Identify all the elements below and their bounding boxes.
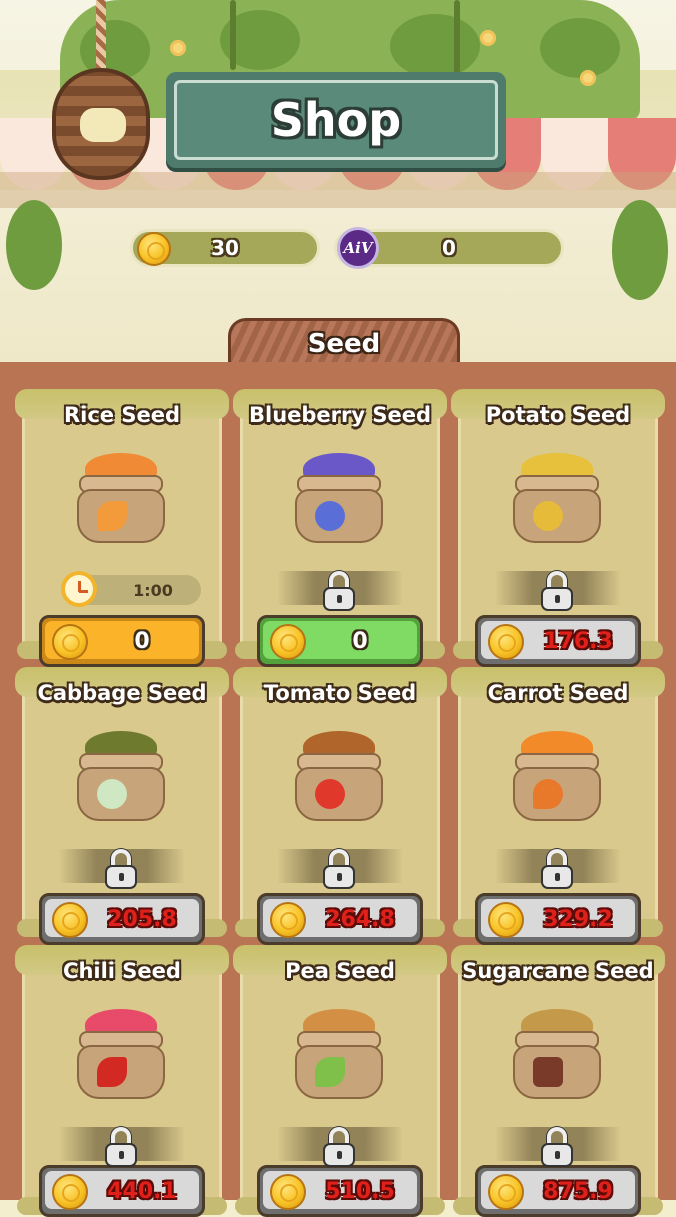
price: 205.8 [107, 906, 177, 932]
price: 510.5 [325, 1178, 395, 1204]
seed-grid: Rice Seed 1:00 0 Blueberry Seed 0 Potato… [0, 362, 676, 1217]
tab-seed[interactable]: Seed [228, 318, 460, 362]
hanging-vine-right [612, 200, 668, 300]
grow-time: 1:00 [133, 580, 173, 600]
seed-name: Carrot Seed [487, 681, 629, 705]
seed-card-carrot[interactable]: Carrot Seed 329.2 [451, 667, 665, 945]
lock-icon [105, 1127, 139, 1167]
seed-card-chili[interactable]: Chili Seed 440.1 [15, 945, 229, 1217]
lock-icon [541, 1127, 575, 1167]
clock-icon [61, 571, 97, 607]
tomato-seed-bag-icon [293, 731, 385, 821]
page-title: Shop [270, 93, 402, 147]
lock-icon [105, 849, 139, 889]
vine [230, 0, 236, 70]
seed-card-blueberry[interactable]: Blueberry Seed 0 [233, 389, 447, 667]
buy-button-sugarcane[interactable]: 875.9 [475, 1165, 641, 1217]
buy-button-potato[interactable]: 176.3 [475, 615, 641, 667]
seed-card-cabbage[interactable]: Cabbage Seed 205.8 [15, 667, 229, 945]
lock-icon [323, 571, 357, 611]
seed-name: Chili Seed [63, 959, 181, 983]
shop-header: Shop 30 0 AiV Seed [0, 0, 676, 362]
grow-timer: 1:00 [61, 571, 201, 607]
pea-seed-bag-icon [293, 1009, 385, 1099]
price: 176.3 [543, 628, 613, 654]
price: 440.1 [107, 1178, 177, 1204]
buy-button-rice[interactable]: 0 [39, 615, 205, 667]
blueberry-seed-bag-icon [293, 453, 385, 543]
seed-name: Rice Seed [63, 403, 180, 427]
seed-name: Tomato Seed [263, 681, 417, 705]
buy-button-carrot[interactable]: 329.2 [475, 893, 641, 945]
seed-name: Sugarcane Seed [462, 959, 654, 983]
price: 329.2 [543, 906, 613, 932]
coin-balance: 30 [130, 229, 320, 267]
title-plate: Shop [166, 72, 506, 168]
lock-icon [323, 849, 357, 889]
seed-name: Blueberry Seed [248, 403, 432, 427]
vine [454, 0, 460, 76]
seed-card-rice[interactable]: Rice Seed 1:00 0 [15, 389, 229, 667]
carrot-seed-bag-icon [511, 731, 603, 821]
seed-card-tomato[interactable]: Tomato Seed 264.8 [233, 667, 447, 945]
buy-button-pea[interactable]: 510.5 [257, 1165, 423, 1217]
token-balance: 0 AiV [334, 227, 564, 269]
seed-name: Pea Seed [285, 959, 395, 983]
sign-rope [96, 0, 106, 70]
rice-seed-bag-icon [75, 453, 167, 543]
tab-seed-label: Seed [307, 328, 381, 359]
back-sign-button[interactable] [52, 68, 150, 180]
chili-seed-bag-icon [75, 1009, 167, 1099]
price: 0 [134, 628, 150, 654]
price: 264.8 [325, 906, 395, 932]
seed-name: Cabbage Seed [37, 681, 207, 705]
price: 875.9 [543, 1178, 613, 1204]
seed-card-potato[interactable]: Potato Seed 176.3 [451, 389, 665, 667]
sign-icon [80, 108, 126, 142]
coin-icon [137, 232, 171, 266]
seed-name: Potato Seed [485, 403, 631, 427]
lock-icon [323, 1127, 357, 1167]
sugarcane-seed-bag-icon [511, 1009, 603, 1099]
seed-card-sugarcane[interactable]: Sugarcane Seed 875.9 [451, 945, 665, 1217]
lock-icon [541, 571, 575, 611]
potato-seed-bag-icon [511, 453, 603, 543]
buy-button-cabbage[interactable]: 205.8 [39, 893, 205, 945]
cabbage-seed-bag-icon [75, 731, 167, 821]
lock-icon [541, 849, 575, 889]
token-icon: AiV [337, 227, 379, 269]
buy-button-chili[interactable]: 440.1 [39, 1165, 205, 1217]
seed-card-pea[interactable]: Pea Seed 510.5 [233, 945, 447, 1217]
hanging-vine-left [6, 200, 62, 290]
buy-button-tomato[interactable]: 264.8 [257, 893, 423, 945]
price: 0 [352, 628, 368, 654]
buy-button-blueberry[interactable]: 0 [257, 615, 423, 667]
